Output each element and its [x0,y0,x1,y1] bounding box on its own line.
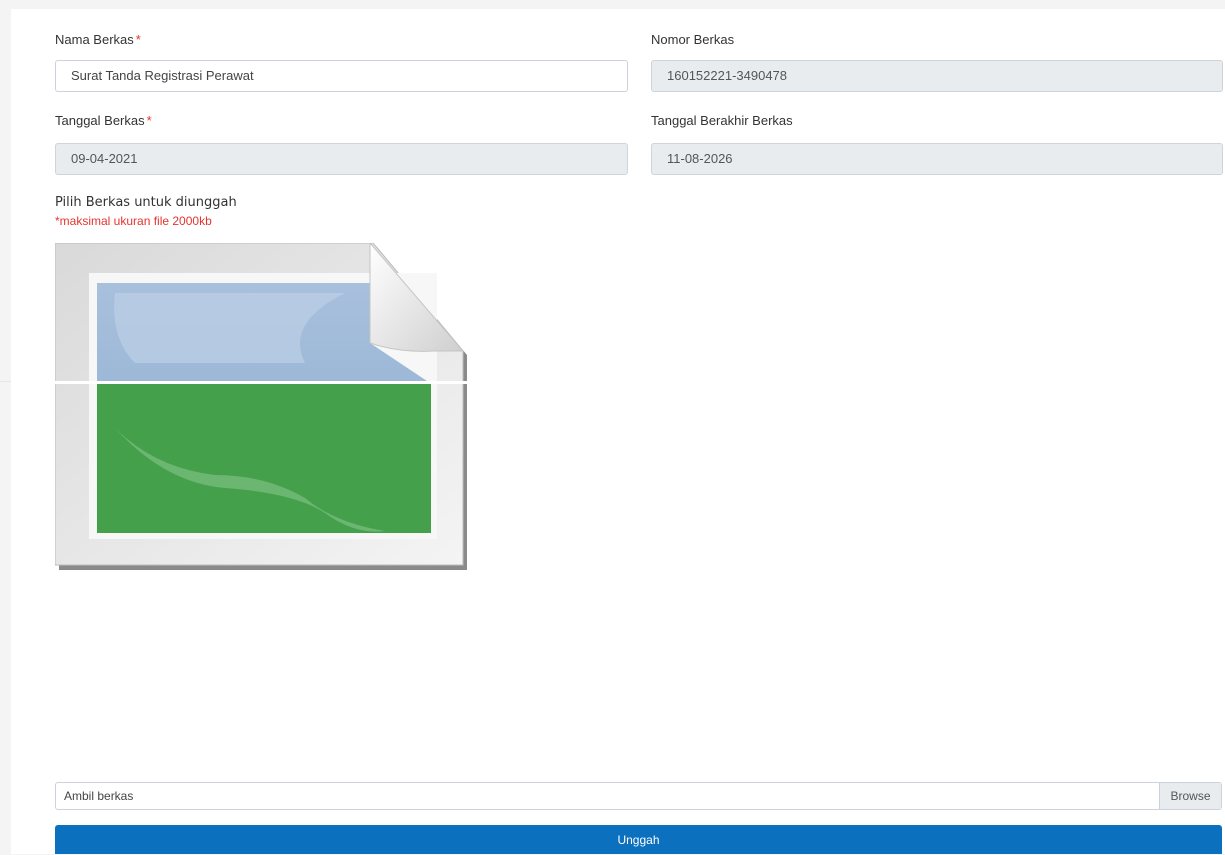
required-mark: * [135,32,141,47]
image-placeholder-icon [54,241,467,573]
nama-berkas-input[interactable]: Surat Tanda Registrasi Perawat [55,60,628,92]
tanggal-berkas-input[interactable]: 09-04-2021 [55,143,628,175]
nama-berkas-label: Nama Berkas * [55,32,141,47]
required-mark: * [146,113,152,128]
file-input[interactable]: Ambil berkas Browse [55,782,1222,810]
unggah-button[interactable]: Unggah [55,825,1222,854]
tanggal-berkas-label-text: Tanggal Berkas [55,113,145,128]
browse-button[interactable]: Browse [1159,783,1221,809]
nomor-berkas-input: 160152221-3490478 [651,60,1223,92]
tanggal-berakhir-input[interactable]: 11-08-2026 [651,143,1223,175]
nomor-berkas-label: Nomor Berkas [651,32,735,47]
tanggal-berakhir-label: Tanggal Berakhir Berkas [651,113,793,128]
tanggal-berkas-label: Tanggal Berkas * [55,113,152,128]
file-input-placeholder: Ambil berkas [64,789,134,803]
upload-title: Pilih Berkas untuk diunggah [55,195,237,210]
max-size-note: *maksimal ukuran file 2000kb [55,214,212,228]
nama-berkas-label-text: Nama Berkas [55,32,134,47]
